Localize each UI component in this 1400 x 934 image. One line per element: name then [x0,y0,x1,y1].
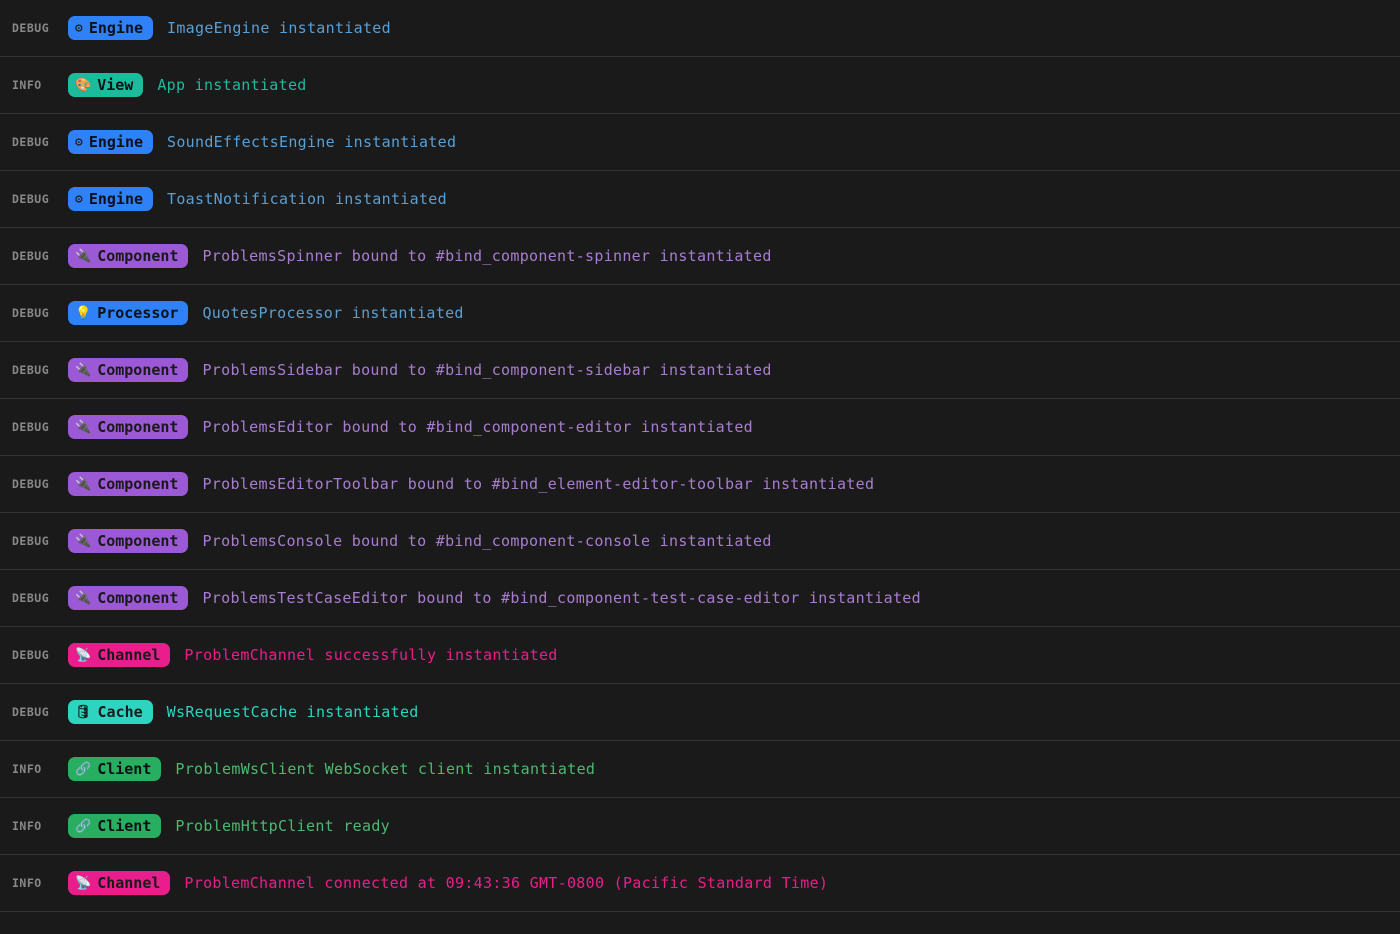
log-message: ProblemChannel connected at 09:43:36 GMT… [184,874,828,892]
tag-label: Component [97,589,178,607]
log-message: ProblemsConsole bound to #bind_component… [202,532,771,550]
tag-component: 🔌 Component [68,472,188,496]
log-row[interactable]: INFO 📡 Channel ProblemChannel connected at … [0,855,1400,912]
component-icon: 🔌 [75,534,91,549]
log-row[interactable]: DEBUG 🔌 Component ProblemsEditor bound to #… [0,399,1400,456]
log-message: ProblemsTestCaseEditor bound to #bind_co… [202,589,920,607]
engine-icon: ⚙ [75,192,83,207]
log-message: ProblemsEditor bound to #bind_component-… [202,418,753,436]
log-row[interactable]: DEBUG 🔌 Component ProblemsTestCaseEditor bo… [0,570,1400,627]
tag-component: 🔌 Component [68,244,188,268]
log-message: ProblemWsClient WebSocket client instant… [175,760,595,778]
tag-label: Engine [89,190,143,208]
log-level: DEBUG [12,534,54,548]
log-row[interactable]: DEBUG 🔌 Component ProblemsConsole bound to … [0,513,1400,570]
tag-label: Cache [98,703,143,721]
client-icon: 🔗 [75,819,91,834]
engine-icon: ⚙ [75,21,83,36]
log-row[interactable]: DEBUG ⚙ Engine SoundEffectsEngine instantia… [0,114,1400,171]
log-level: DEBUG [12,192,54,206]
log-message: ProblemsEditorToolbar bound to #bind_ele… [202,475,874,493]
log-message: ProblemsSpinner bound to #bind_component… [202,247,771,265]
log-row[interactable]: DEBUG 💡 Processor QuotesProcessor instantia… [0,285,1400,342]
channel-icon: 📡 [75,648,91,663]
tag-label: Client [97,817,151,835]
component-icon: 🔌 [75,249,91,264]
log-row[interactable]: DEBUG 🔌 Component ProblemsEditorToolbar bou… [0,456,1400,513]
engine-icon: ⚙ [75,135,83,150]
log-row[interactable]: INFO 🔗 Client ProblemHttpClient ready [0,798,1400,855]
component-icon: 🔌 [75,363,91,378]
tag-label: Engine [89,133,143,151]
log-level: DEBUG [12,306,54,320]
tag-engine: ⚙ Engine [68,16,153,40]
tag-engine: ⚙ Engine [68,130,153,154]
log-message: ProblemsSidebar bound to #bind_component… [202,361,771,379]
log-row[interactable]: DEBUG 🛢 Cache WsRequestCache instantiated [0,684,1400,741]
log-level: DEBUG [12,21,54,35]
log-row[interactable]: DEBUG 🔌 Component ProblemsSidebar bound to … [0,342,1400,399]
tag-channel: 📡 Channel [68,643,170,667]
log-level: INFO [12,762,54,776]
log-level: DEBUG [12,705,54,719]
tag-label: View [97,76,133,94]
log-row[interactable]: DEBUG ⚙ Engine ToastNotification instantiat… [0,171,1400,228]
tag-label: Channel [97,646,160,664]
log-console: DEBUG ⚙ Engine ImageEngine instantiated INFO… [0,0,1400,912]
log-message: ImageEngine instantiated [167,19,391,37]
processor-icon: 💡 [75,306,91,321]
log-level: DEBUG [12,477,54,491]
tag-component: 🔌 Component [68,529,188,553]
log-row[interactable]: DEBUG 📡 Channel ProblemChannel successfully… [0,627,1400,684]
tag-label: Component [97,247,178,265]
log-level: DEBUG [12,648,54,662]
log-level: DEBUG [12,363,54,377]
log-level: DEBUG [12,135,54,149]
tag-component: 🔌 Component [68,415,188,439]
tag-component: 🔌 Component [68,358,188,382]
log-level: DEBUG [12,420,54,434]
log-level: DEBUG [12,249,54,263]
tag-label: Component [97,418,178,436]
tag-client: 🔗 Client [68,814,161,838]
log-message: SoundEffectsEngine instantiated [167,133,456,151]
log-level: INFO [12,78,54,92]
log-row[interactable]: INFO 🔗 Client ProblemWsClient WebSocket cli… [0,741,1400,798]
tag-label: Client [97,760,151,778]
tag-label: Processor [97,304,178,322]
tag-label: Component [97,361,178,379]
log-level: INFO [12,819,54,833]
channel-icon: 📡 [75,876,91,891]
log-message: ProblemChannel successfully instantiated [184,646,557,664]
log-message: App instantiated [157,76,306,94]
tag-label: Channel [97,874,160,892]
log-message: QuotesProcessor instantiated [202,304,463,322]
log-row[interactable]: DEBUG 🔌 Component ProblemsSpinner bound to … [0,228,1400,285]
tag-channel: 📡 Channel [68,871,170,895]
log-message: WsRequestCache instantiated [167,703,419,721]
view-icon: 🎨 [75,78,91,93]
tag-label: Component [97,532,178,550]
tag-client: 🔗 Client [68,757,161,781]
component-icon: 🔌 [75,477,91,492]
tag-label: Engine [89,19,143,37]
tag-cache: 🛢 Cache [68,700,153,724]
cache-icon: 🛢 [75,705,92,720]
log-message: ProblemHttpClient ready [175,817,390,835]
tag-label: Component [97,475,178,493]
log-row[interactable]: DEBUG ⚙ Engine ImageEngine instantiated [0,0,1400,57]
log-level: DEBUG [12,591,54,605]
log-level: INFO [12,876,54,890]
tag-engine: ⚙ Engine [68,187,153,211]
tag-view: 🎨 View [68,73,143,97]
client-icon: 🔗 [75,762,91,777]
component-icon: 🔌 [75,420,91,435]
log-message: ToastNotification instantiated [167,190,447,208]
log-row[interactable]: INFO 🎨 View App instantiated [0,57,1400,114]
tag-processor: 💡 Processor [68,301,188,325]
component-icon: 🔌 [75,591,91,606]
tag-component: 🔌 Component [68,586,188,610]
